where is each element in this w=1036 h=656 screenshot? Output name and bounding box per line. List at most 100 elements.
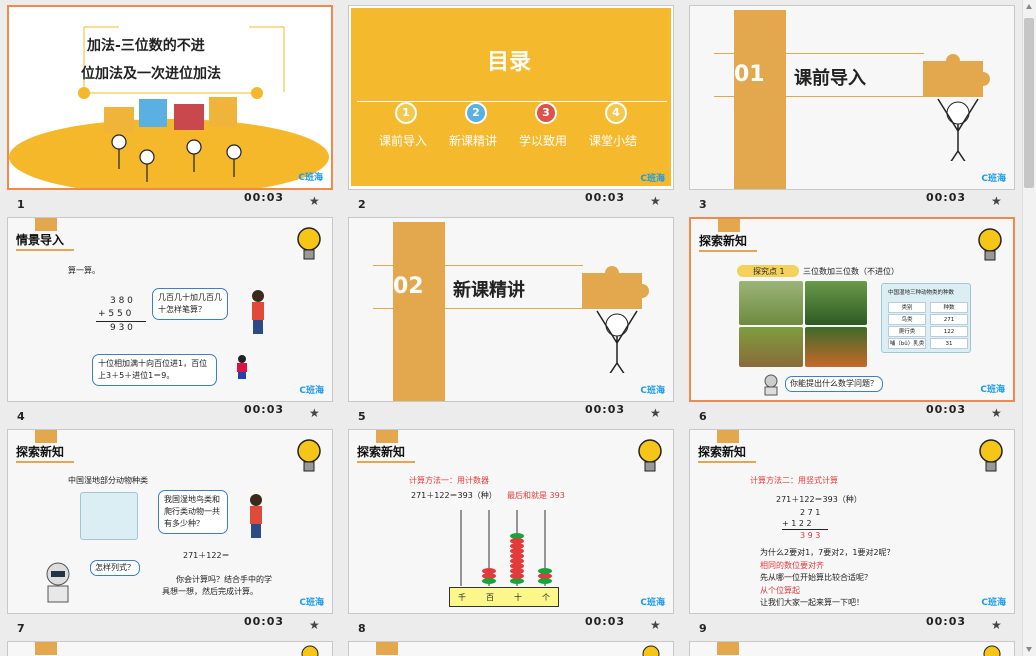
slide-thumbnail-12[interactable]	[689, 641, 1015, 656]
puzzle-figure-icon	[923, 54, 990, 161]
q-line-1: 几百几十加几百几	[158, 293, 222, 302]
scroll-down-icon[interactable]	[1026, 647, 1032, 652]
species-table-title: 中国湿地三种动物类的种数	[888, 290, 955, 296]
slide-timing: 00:03	[585, 403, 626, 416]
slide-timing: 00:03	[926, 403, 967, 416]
slide-thumbnail-10[interactable]	[7, 641, 333, 656]
slide-header: 探索新知	[698, 443, 756, 463]
text-line-2: 相同的数位要对齐	[760, 561, 824, 570]
slide-thumbnail-5[interactable]: 02 新课精讲 C班海 5 00:03 ★	[348, 217, 674, 430]
slide-number: 5	[358, 410, 366, 423]
animation-star-icon[interactable]: ★	[650, 406, 661, 420]
species-table-mini	[80, 492, 138, 540]
table-cell: 31	[930, 338, 968, 349]
table-cell: 爬行类	[888, 326, 926, 337]
brand-logo: C班海	[640, 386, 665, 396]
slide-5-canvas: 02 新课精讲 C班海	[348, 217, 674, 402]
toc-number-badge: 1	[395, 102, 417, 124]
question-bubble: 你能提出什么数学问题？	[785, 376, 883, 392]
brand-logo: C班海	[981, 174, 1006, 184]
slide-number: 3	[699, 198, 707, 211]
teacher-figure	[250, 494, 262, 538]
animation-star-icon[interactable]: ★	[991, 194, 1002, 208]
scroll-thumb[interactable]	[1024, 18, 1034, 188]
animation-star-icon[interactable]: ★	[991, 618, 1002, 632]
toc-item-label: 课堂小结	[589, 134, 638, 148]
slide-timing: 00:03	[585, 615, 626, 628]
lightbulb-icon	[642, 645, 660, 656]
lizard-photo	[805, 281, 867, 325]
slide-8-canvas: 探索新知 计算方法一：用计数器 271＋122＝393（种） 最后和就是 393…	[348, 429, 674, 614]
slide-thumbnail-4[interactable]: 情景导入 算一算。 3 8 0 + 5 5 0 9 3 0 几百几十加几百几 十怎…	[7, 217, 333, 430]
column-line-2: + 1 2 2	[782, 519, 812, 528]
slide-number: 7	[17, 622, 25, 635]
table-cell: 122	[930, 326, 968, 337]
text-line-4: 从个位算起	[760, 586, 800, 595]
animation-star-icon[interactable]: ★	[650, 618, 661, 632]
slide-thumbnail-8[interactable]: 探索新知 计算方法一：用计数器 271＋122＝393（种） 最后和就是 393…	[348, 429, 674, 642]
animation-star-icon[interactable]: ★	[650, 194, 661, 208]
section-title: 课前导入	[794, 68, 866, 89]
hint-bubble: 怎样列式？	[90, 560, 140, 576]
slide-9-canvas: 探索新知 计算方法二：用竖式计算 271＋122＝393（种） 2 7 1 + …	[689, 429, 1015, 614]
crane-photo	[739, 281, 803, 325]
animation-star-icon[interactable]: ★	[991, 406, 1002, 420]
lightbulb-icon	[297, 227, 321, 260]
text-line-1: 为什么2要对1，7要对2，1要对2呢？	[760, 548, 895, 557]
slide-thumbnail-3[interactable]: 01 课前导入 C班海 3 00:03 ★	[689, 5, 1015, 218]
abacus-place-label: 百	[486, 593, 494, 602]
slide-number: 4	[17, 410, 25, 423]
brand-logo: C班海	[299, 386, 324, 396]
section-title: 新课精讲	[453, 280, 525, 301]
lightbulb-icon	[297, 439, 321, 472]
slide-header: 探索新知	[699, 232, 757, 252]
slide-1-title-line1: 加法-三位数的不进	[87, 38, 205, 54]
question-bubble: 几百几十加几百几 十怎样笔算？	[152, 288, 228, 320]
slide-timing: 00:03	[926, 615, 967, 628]
a-line-1: 十位相加满十向百位进1，百位	[98, 359, 208, 368]
slide-thumbnail-7[interactable]: 探索新知 中国湿地部分动物种类 我国湿地鸟类和 爬行类动物一共 有多少种？ 271＋…	[7, 429, 333, 642]
explore-text: 三位数加三位数（不进位）	[803, 267, 899, 276]
animation-star-icon[interactable]: ★	[309, 618, 320, 632]
slide-thumbnail-11[interactable]	[348, 641, 674, 656]
animation-star-icon[interactable]: ★	[309, 194, 320, 208]
section-number: 02	[393, 274, 424, 299]
brand-logo: C班海	[640, 174, 665, 184]
table-header-cell: 类别	[888, 302, 926, 313]
section-number: 01	[734, 62, 765, 87]
vertical-scrollbar[interactable]	[1022, 0, 1036, 656]
vertical-result: 9 3 0	[110, 323, 133, 333]
slide-thumbnail-1[interactable]: 加法-三位数的不进 位加法及一次进位加法 C班海 1 00:03 ★	[7, 5, 333, 218]
slide-number: 1	[17, 198, 25, 211]
lightbulb-icon	[301, 645, 319, 656]
slide-number: 6	[699, 410, 707, 423]
a-line-2: 上3＋5＋进位1＝9。	[98, 371, 175, 380]
abacus-place-label: 个	[542, 593, 550, 602]
puzzle-figure-icon	[582, 266, 649, 373]
abacus-place-label: 十	[514, 593, 522, 602]
task-line-2: 具想一想，然后完成计算。	[162, 587, 258, 596]
animation-star-icon[interactable]: ★	[309, 406, 320, 420]
species-table: 中国湿地三种动物类的种数 类别 种数 鸟类 271 爬行类 122 哺（bǔ）乳类 31	[881, 283, 971, 353]
slide-4-canvas: 情景导入 算一算。 3 8 0 + 5 5 0 9 3 0 几百几十加几百几 十怎…	[7, 217, 333, 402]
table-cell: 271	[930, 314, 968, 325]
q7-1: 我国湿地鸟类和	[164, 495, 220, 504]
slide-thumbnail-9[interactable]: 探索新知 计算方法二：用竖式计算 271＋122＝393（种） 2 7 1 + …	[689, 429, 1015, 642]
slide-3-canvas: 01 课前导入 C班海	[689, 5, 1015, 190]
slide-timing: 00:03	[244, 403, 285, 416]
slide-thumbnail-2[interactable]: 目录 1 课前导入 2 新课精讲 3 学以致用 4 课堂小结 C班海 2 00:03 ★	[348, 5, 674, 218]
slide-thumbnail-6[interactable]: 探索新知 探究点 1 三位数加三位数（不进位） 中国湿地三种动物类的种数 类别种…	[689, 217, 1015, 430]
text-line-5: 让我们大家一起来算一下吧！	[760, 598, 864, 607]
brand-logo: C班海	[298, 173, 323, 183]
lightbulb-icon	[638, 439, 662, 472]
slide-6-canvas: 探索新知 探究点 1 三位数加三位数（不进位） 中国湿地三种动物类的种数 类别种…	[689, 217, 1015, 402]
scroll-up-icon[interactable]	[1026, 4, 1032, 9]
lightbulb-icon	[979, 439, 1003, 472]
q7-2: 爬行类动物一共	[164, 507, 220, 516]
student-figure	[237, 355, 247, 379]
equation: 271＋122＝	[183, 551, 230, 560]
deer-photo	[739, 327, 803, 367]
slide-header: 探索新知	[16, 443, 74, 463]
abacus-labels: 千百十个	[449, 587, 559, 607]
slide-number: 2	[358, 198, 366, 211]
